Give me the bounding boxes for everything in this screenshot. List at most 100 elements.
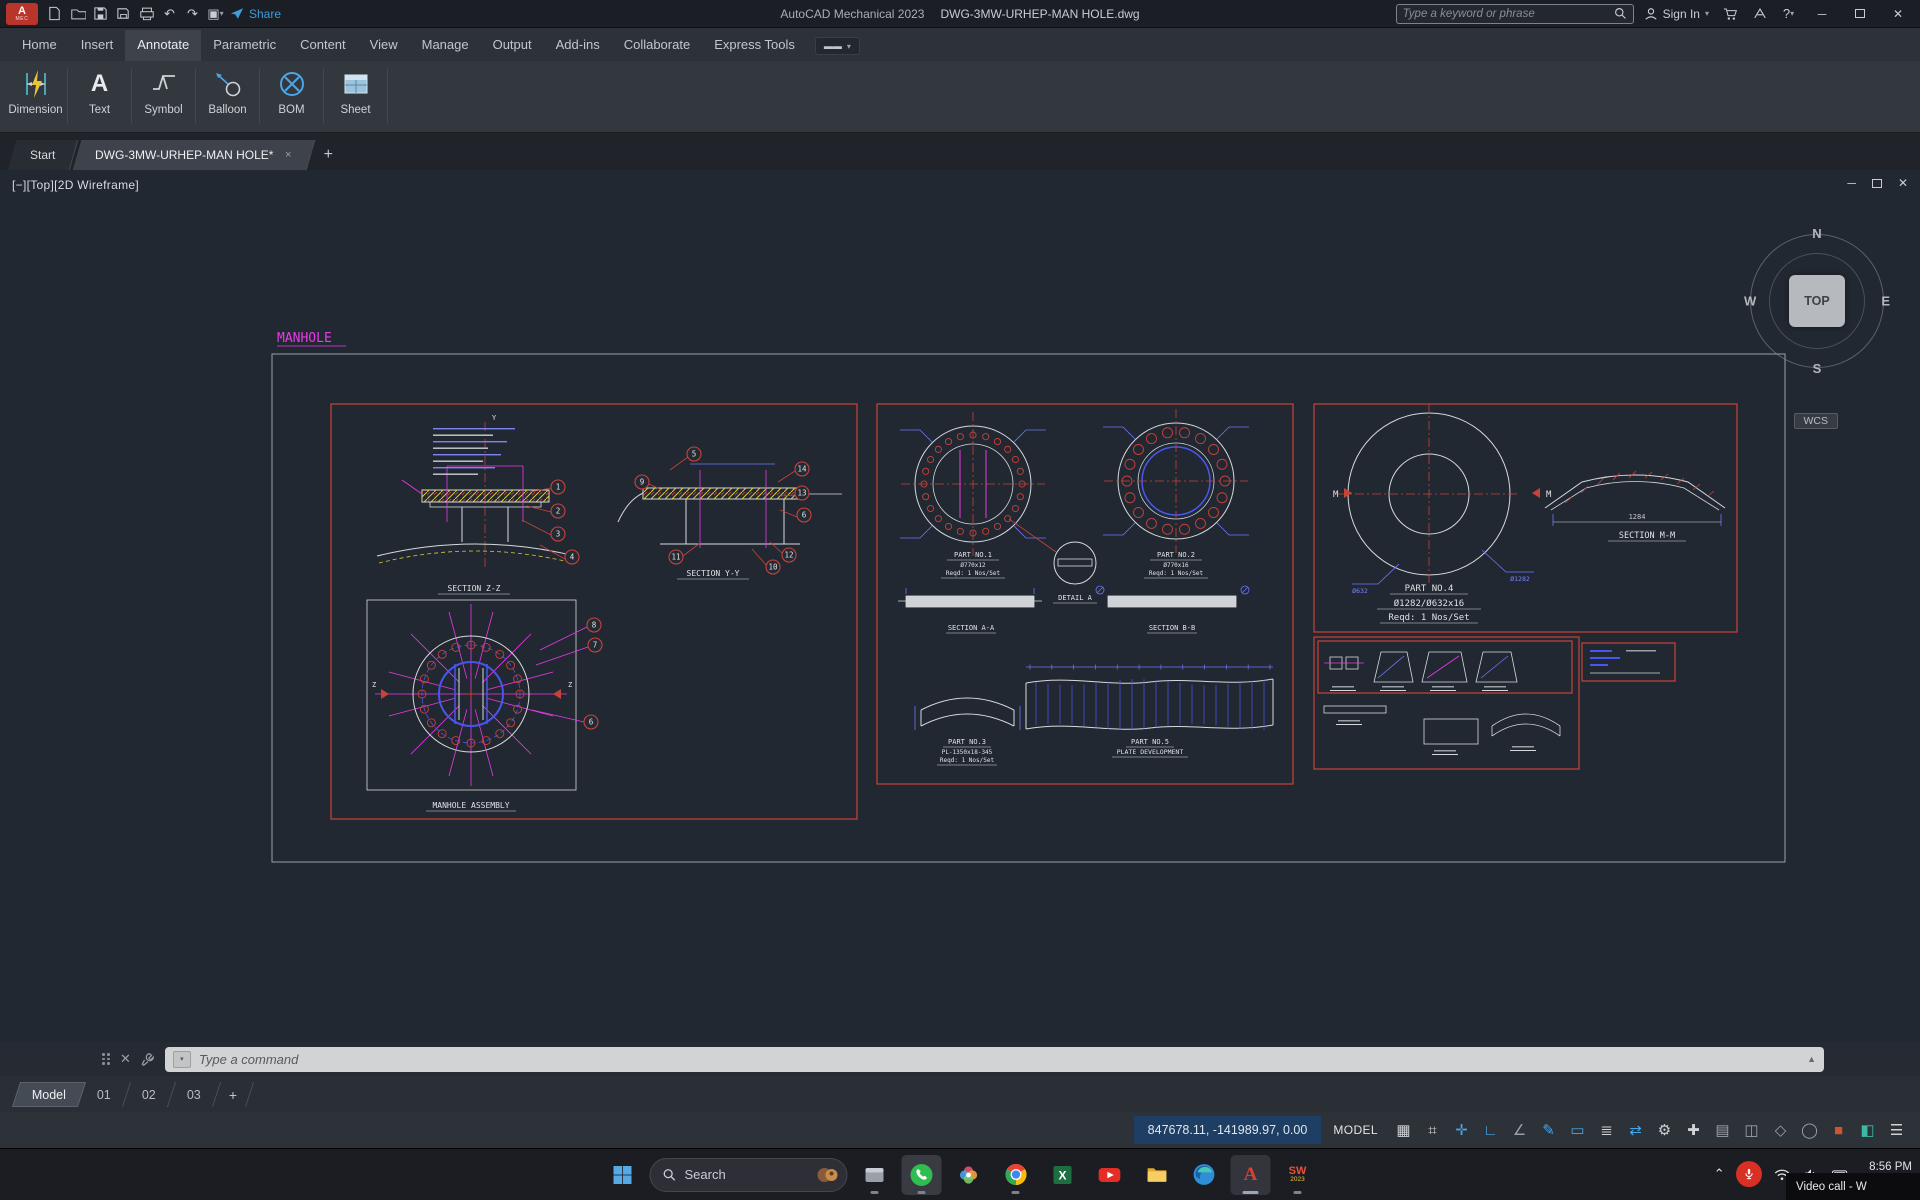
workspace-switch-icon[interactable]: ▣▾ <box>204 3 227 25</box>
save-as-icon[interactable] <box>112 3 135 25</box>
tab-express-tools[interactable]: Express Tools <box>702 30 807 61</box>
status-grid-icon[interactable]: ▦ <box>1390 1117 1417 1143</box>
status-ortho-icon[interactable]: ∟ <box>1477 1117 1504 1143</box>
plot-icon[interactable] <box>135 3 158 25</box>
redo-icon[interactable]: ↷ <box>181 3 204 25</box>
status-annoscale-icon[interactable]: ⇄ <box>1622 1117 1649 1143</box>
tab-addins[interactable]: Add-ins <box>544 30 612 61</box>
taskbar-search[interactable]: Search <box>650 1158 848 1192</box>
status-dynamic-input-icon[interactable]: ✛ <box>1448 1117 1475 1143</box>
viewcube-east[interactable]: E <box>1881 294 1890 309</box>
tab-content[interactable]: Content <box>288 30 358 61</box>
tab-model[interactable]: Model <box>12 1082 86 1107</box>
command-drag-handle[interactable] <box>102 1053 110 1065</box>
new-file-icon[interactable] <box>43 3 66 25</box>
new-drawing-tab-button[interactable]: + <box>314 140 342 170</box>
status-performance-icon[interactable]: ■ <box>1825 1117 1852 1143</box>
status-render-icon[interactable]: ◧ <box>1854 1117 1881 1143</box>
status-annotate-icon[interactable]: ✎ <box>1535 1117 1562 1143</box>
new-layout-button[interactable]: + <box>213 1082 254 1107</box>
drawing-area[interactable]: [−][Top][2D Wireframe] ─ ✕ N S W E TOP W… <box>0 170 1920 1042</box>
taskbar-excel[interactable]: X <box>1043 1155 1083 1195</box>
taskbar-youtube[interactable] <box>1090 1155 1130 1195</box>
open-folder-icon[interactable] <box>66 3 89 25</box>
tab-annotate[interactable]: Annotate <box>125 30 201 61</box>
status-gear-icon[interactable]: ⚙ <box>1651 1117 1678 1143</box>
viewcube-top-face[interactable]: TOP <box>1789 275 1845 327</box>
model-space-toggle[interactable]: MODEL <box>1329 1123 1388 1137</box>
help-search-box[interactable] <box>1396 4 1634 24</box>
ribbon-panel-text[interactable]: A Text <box>68 61 131 132</box>
viewport-controls[interactable]: [−][Top][2D Wireframe] <box>12 178 139 192</box>
share-button[interactable]: Share <box>230 7 281 21</box>
drawing-close-button[interactable]: ✕ <box>1898 176 1908 190</box>
drawing-restore-button[interactable] <box>1872 179 1882 188</box>
file-tab-current-drawing[interactable]: DWG-3MW-URHEP-MAN HOLE* × <box>73 140 315 170</box>
taskbar-file-explorer[interactable] <box>1137 1155 1177 1195</box>
tab-view[interactable]: View <box>358 30 410 61</box>
status-add-icon[interactable]: ✚ <box>1680 1117 1707 1143</box>
status-cleanscreen-icon[interactable]: ◯ <box>1796 1117 1823 1143</box>
status-menu-icon[interactable]: ☰ <box>1883 1117 1910 1143</box>
taskbar-autocad[interactable]: A <box>1231 1155 1271 1195</box>
command-customize-wrench-icon[interactable] <box>141 1052 155 1066</box>
status-graphics-icon[interactable]: ◫ <box>1738 1117 1765 1143</box>
wcs-badge[interactable]: WCS <box>1794 413 1839 429</box>
tab-insert[interactable]: Insert <box>69 30 126 61</box>
status-snap-icon[interactable]: ⌗ <box>1419 1117 1446 1143</box>
file-tab-close-icon[interactable]: × <box>286 149 292 161</box>
save-icon[interactable] <box>89 3 112 25</box>
hidden-icons-chevron[interactable]: ⌃ <box>1714 1167 1725 1183</box>
command-input-bar[interactable]: ▾ ▲ <box>165 1047 1824 1072</box>
ribbon-panel-dimension[interactable]: Dimension <box>4 61 67 132</box>
tab-layout-03[interactable]: 03 <box>168 1082 221 1107</box>
help-search-input[interactable] <box>1403 8 1608 20</box>
tab-home[interactable]: Home <box>10 30 69 61</box>
help-icon[interactable]: ?▾ <box>1777 3 1800 25</box>
file-tab-start[interactable]: Start <box>8 140 79 170</box>
window-minimize-button[interactable]: ─ <box>1806 2 1838 26</box>
command-close-icon[interactable]: ✕ <box>120 1051 131 1067</box>
status-lineweight-icon[interactable]: ≣ <box>1593 1117 1620 1143</box>
viewcube-north[interactable]: N <box>1812 226 1821 241</box>
taskbar-photos[interactable] <box>949 1155 989 1195</box>
status-workspace-icon[interactable]: ▤ <box>1709 1117 1736 1143</box>
undo-icon[interactable]: ↶ <box>158 3 181 25</box>
tab-parametric[interactable]: Parametric <box>201 30 288 61</box>
ribbon-panel-symbol[interactable]: Symbol <box>132 61 195 132</box>
status-polar-icon[interactable]: ∠ <box>1506 1117 1533 1143</box>
tab-collaborate[interactable]: Collaborate <box>612 30 703 61</box>
status-transparency-icon[interactable]: ▭ <box>1564 1117 1591 1143</box>
ribbon-panel-sheet[interactable]: Sheet <box>324 61 387 132</box>
cad-canvas[interactable]: MANHOLE Y <box>0 170 1920 1042</box>
window-close-button[interactable]: ✕ <box>1882 2 1914 26</box>
status-units-icon[interactable]: ◇ <box>1767 1117 1794 1143</box>
viewcube-south[interactable]: S <box>1813 361 1822 376</box>
tab-output[interactable]: Output <box>481 30 544 61</box>
app-logo[interactable]: A MEC <box>6 3 38 25</box>
autodesk-access-icon[interactable] <box>1748 3 1771 25</box>
ribbon-panel-bom[interactable]: BOM <box>260 61 323 132</box>
command-input[interactable] <box>199 1052 1799 1067</box>
video-call-toast[interactable]: Video call - W <box>1786 1173 1920 1200</box>
taskbar-solidworks[interactable]: SW 2023 <box>1278 1155 1318 1195</box>
command-prompt-icon[interactable]: ▾ <box>173 1051 191 1068</box>
tab-layout-02[interactable]: 02 <box>123 1082 176 1107</box>
window-maximize-button[interactable] <box>1844 2 1876 26</box>
sign-in-button[interactable]: Sign In ▾ <box>1644 7 1709 21</box>
viewcube-west[interactable]: W <box>1744 294 1756 309</box>
cart-icon[interactable] <box>1719 3 1742 25</box>
microphone-in-use-icon[interactable] <box>1736 1162 1762 1188</box>
tab-manage[interactable]: Manage <box>410 30 481 61</box>
command-history-icon[interactable]: ▲ <box>1807 1054 1816 1064</box>
start-button[interactable] <box>603 1155 643 1195</box>
taskbar-app-window[interactable] <box>855 1155 895 1195</box>
ribbon-display-toggle[interactable]: ▬▬ ▾ <box>815 37 860 55</box>
taskbar-whatsapp[interactable] <box>902 1155 942 1195</box>
drawing-minimize-button[interactable]: ─ <box>1847 176 1856 190</box>
taskbar-chrome[interactable] <box>996 1155 1036 1195</box>
coordinates-readout[interactable]: 847678.11, -141989.97, 0.00 <box>1134 1116 1322 1144</box>
view-cube[interactable]: N S W E TOP <box>1742 226 1892 376</box>
ribbon-panel-balloon[interactable]: Balloon <box>196 61 259 132</box>
taskbar-edge[interactable] <box>1184 1155 1224 1195</box>
